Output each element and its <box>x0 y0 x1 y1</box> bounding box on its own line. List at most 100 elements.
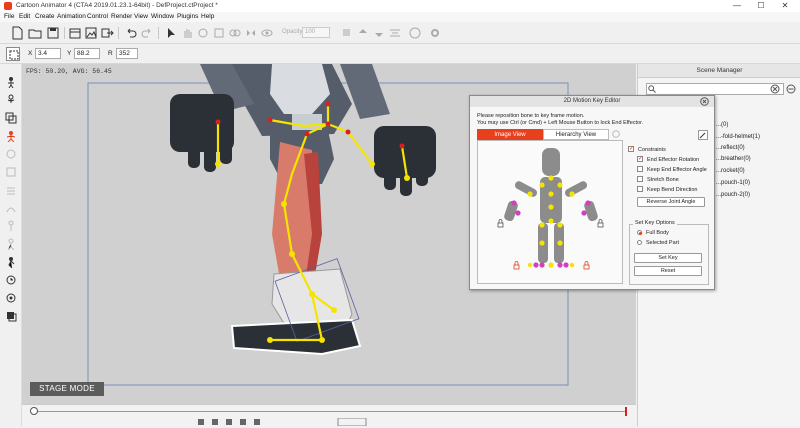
menu-view[interactable]: View <box>134 13 148 20</box>
dialog-title: 2D Motion Key Editor <box>470 96 714 107</box>
visibility-tool-icon[interactable] <box>260 26 274 40</box>
new-file-icon[interactable] <box>10 26 24 40</box>
checkbox-checked-icon <box>637 155 643 162</box>
menu-help[interactable]: Help <box>201 13 214 20</box>
selected-part-radio[interactable]: Selected Part <box>637 240 679 246</box>
x-field[interactable]: 3.4 <box>35 48 61 59</box>
constraints-checkbox[interactable]: Constraints <box>628 145 666 153</box>
opacity-field[interactable]: 100 <box>302 27 330 38</box>
app-logo-icon <box>4 2 12 10</box>
x-label: X <box>28 50 33 57</box>
menu-window[interactable]: Window <box>151 13 174 20</box>
motion-key-editor-icon[interactable] <box>5 130 17 143</box>
sprite-editor-icon[interactable] <box>5 112 17 124</box>
radio-icon <box>637 240 642 245</box>
keep-bend-direction-checkbox[interactable]: Keep Bend Direction <box>637 186 697 193</box>
flip-tool-icon[interactable] <box>244 26 258 40</box>
menu-plugins[interactable]: Plugins <box>177 13 198 20</box>
menu-create[interactable]: Create <box>35 13 55 20</box>
keep-end-effector-angle-checkbox[interactable]: Keep End Effector Angle <box>637 166 707 173</box>
window-title: Cartoon Animator 4 (CTA4 2019.01.23.1-64… <box>16 2 218 9</box>
character-composer-icon[interactable] <box>5 76 17 89</box>
timeline-bar <box>22 404 636 427</box>
set-key-button[interactable]: Set Key <box>634 253 702 263</box>
link-tool-icon[interactable] <box>228 26 242 40</box>
expression-icon[interactable] <box>408 26 422 40</box>
menu-animation[interactable]: Animation <box>57 13 86 20</box>
select-tool-icon[interactable] <box>164 26 178 40</box>
scene-search-input[interactable] <box>646 83 784 95</box>
r-field[interactable]: 352 <box>116 48 138 59</box>
search-icon <box>648 85 656 93</box>
timeline-icon[interactable] <box>5 274 17 286</box>
playhead-handle[interactable] <box>30 407 38 415</box>
radio-selected-icon <box>637 230 642 235</box>
puppet-icon[interactable] <box>5 220 17 232</box>
scene-item[interactable]: ...rocket(0) <box>716 168 745 174</box>
motion-pilot-icon[interactable] <box>5 256 17 269</box>
shadow-tool-icon[interactable] <box>340 26 354 40</box>
align-icon[interactable] <box>388 26 402 40</box>
scene-item[interactable]: ...reflect(0) <box>716 145 745 151</box>
tab-hierarchy-view[interactable]: Hierarchy View <box>543 129 609 140</box>
playback-controls[interactable] <box>198 417 398 427</box>
full-body-radio[interactable]: Full Body <box>637 230 669 236</box>
save-icon[interactable] <box>46 26 60 40</box>
scene-item[interactable]: ...breather(0) <box>716 156 751 162</box>
image-view-canvas[interactable] <box>477 140 623 284</box>
open-folder-icon[interactable] <box>28 26 42 40</box>
minimize-button[interactable]: — <box>728 0 746 12</box>
checkbox-icon <box>637 166 643 172</box>
rotate-tool-icon[interactable] <box>196 26 210 40</box>
collapse-all-icon[interactable] <box>786 84 796 94</box>
menu-edit[interactable]: Edit <box>19 13 30 20</box>
constraints-label: Constraints <box>638 147 666 153</box>
scene-item[interactable]: ...pouch-1(0) <box>716 180 750 186</box>
layer-order-icon[interactable] <box>5 184 17 196</box>
y-field[interactable]: 88.2 <box>74 48 100 59</box>
pose-icon[interactable] <box>5 238 17 251</box>
reset-button[interactable]: Reset <box>634 266 702 276</box>
set-key-options-label: Set Key Options <box>633 220 677 226</box>
image-import-icon[interactable] <box>84 26 98 40</box>
face-puppet-icon[interactable] <box>5 148 17 160</box>
pan-tool-icon[interactable] <box>180 26 194 40</box>
layer-down-icon[interactable] <box>372 26 386 40</box>
layer-up-icon[interactable] <box>356 26 370 40</box>
scene-item[interactable]: ...(0) <box>716 122 728 128</box>
maximize-button[interactable]: ☐ <box>752 0 770 12</box>
settings-gear-icon[interactable] <box>428 26 442 40</box>
render-icon[interactable] <box>5 310 17 322</box>
option-label: Keep Bend Direction <box>647 187 698 193</box>
camera-icon[interactable] <box>5 292 17 304</box>
left-toolbar <box>0 64 22 426</box>
bone-editor-icon[interactable] <box>5 94 17 106</box>
close-button[interactable]: ✕ <box>776 0 794 12</box>
timeline-track <box>30 411 626 412</box>
menu-bar: File Edit Create Animation Control Rende… <box>0 12 800 22</box>
undo-icon[interactable] <box>124 26 138 40</box>
scene-item[interactable]: ...pouch-2(0) <box>716 192 750 198</box>
pick-tool-icon[interactable] <box>698 130 708 140</box>
tab-image-view[interactable]: Image View <box>477 129 543 140</box>
deform-icon[interactable] <box>5 202 17 214</box>
reverse-joint-angle-button[interactable]: Reverse Joint Angle <box>637 197 705 207</box>
option-label: Stretch Bone <box>647 177 679 183</box>
stretch-bone-checkbox[interactable]: Stretch Bone <box>637 176 679 183</box>
stage-mode-button[interactable]: STAGE MODE <box>30 382 104 396</box>
option-label: Keep End Effector Angle <box>647 167 707 173</box>
menu-control[interactable]: Control <box>87 13 108 20</box>
export-icon[interactable] <box>100 26 114 40</box>
dialog-close-icon[interactable] <box>700 97 709 106</box>
help-icon[interactable] <box>612 130 620 138</box>
menu-file[interactable]: File <box>4 13 14 20</box>
content-manager-icon[interactable] <box>68 26 82 40</box>
scale-tool-icon[interactable] <box>212 26 226 40</box>
scene-item[interactable]: ...-fold-helmet(1) <box>716 134 760 140</box>
transform-mode-icon[interactable] <box>6 47 20 61</box>
end-effector-rotation-checkbox[interactable]: End Effector Rotation <box>637 155 699 163</box>
mask-icon[interactable] <box>5 166 17 178</box>
redo-icon[interactable] <box>140 26 154 40</box>
clear-search-icon[interactable] <box>770 84 780 94</box>
menu-render[interactable]: Render <box>111 13 132 20</box>
